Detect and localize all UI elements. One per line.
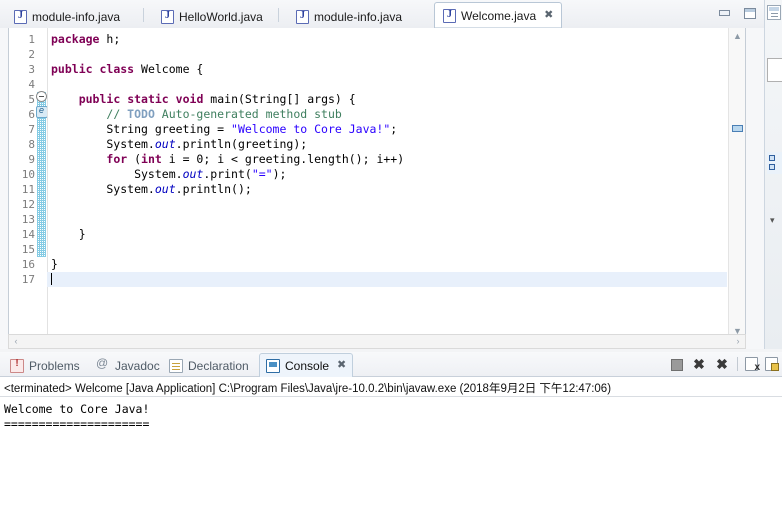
tab-problems[interactable]: Problems (4, 355, 86, 376)
bottom-tab-bar: Problems Javadoc Declaration Console ✖ ✖… (0, 352, 782, 377)
tab-separator (143, 8, 144, 22)
editor-gutter: 1 2 3 4 5 6 7 8 9 10 11 12 13 14 15 16 17 (9, 28, 48, 340)
editor-area: module-info.java HelloWorld.java module-… (0, 0, 764, 349)
line-number: 15 (21, 243, 35, 256)
code-line[interactable]: System.out.println(); (47, 182, 727, 197)
line-number: 14 (21, 228, 35, 241)
editor-tab-module-info-1[interactable]: module-info.java (6, 6, 128, 28)
package-explorer-icon[interactable] (767, 152, 782, 174)
minimized-views-strip: ▾ (764, 0, 782, 349)
editor-tab-label: Welcome.java (461, 8, 537, 23)
editor-tab-label: module-info.java (314, 10, 403, 24)
line-number: 5 (28, 93, 35, 106)
problems-icon (10, 358, 24, 373)
bottom-tab-label: Declaration (188, 358, 249, 373)
line-number: 9 (28, 153, 35, 166)
declaration-icon (169, 358, 183, 373)
line-number: 3 (28, 63, 35, 76)
chevron-down-icon[interactable]: ▾ (770, 215, 775, 226)
editor-tab-welcome[interactable]: Welcome.java ✖ (434, 2, 563, 28)
javadoc-icon (96, 356, 110, 373)
code-line[interactable] (47, 197, 727, 212)
code-line[interactable]: for (int i = 0; i < greeting.length(); i… (47, 152, 727, 167)
remove-all-terminated-button[interactable]: ✖ (714, 356, 730, 372)
code-line[interactable] (47, 47, 727, 62)
code-line[interactable]: } (47, 227, 727, 242)
code-line[interactable]: String greeting = "Welcome to Core Java!… (47, 122, 727, 137)
terminate-button[interactable] (668, 356, 684, 372)
console-toolbar: ✖ ✖ (668, 356, 779, 373)
restore-perspective-button[interactable] (767, 5, 781, 20)
scroll-left-icon[interactable]: ‹ (9, 335, 23, 348)
line-number: 8 (28, 138, 35, 151)
source-code-text[interactable]: package h; public class Welcome { public… (47, 32, 727, 287)
console-output-text[interactable]: Welcome to Core Java! ==================… (0, 398, 782, 521)
code-line[interactable] (47, 212, 727, 227)
code-line[interactable] (47, 272, 727, 287)
code-line[interactable]: // TODO Auto-generated method stub (47, 107, 727, 122)
line-number: 16 (21, 258, 35, 271)
folding-ruler[interactable] (37, 32, 46, 344)
minimize-editor-button[interactable] (717, 6, 733, 21)
bottom-tab-label: Javadoc (115, 358, 160, 373)
collapse-fold-icon[interactable] (36, 91, 47, 102)
maximize-editor-button[interactable] (742, 6, 758, 21)
eclipse-ide-window: module-info.java HelloWorld.java module-… (0, 0, 782, 521)
editor-tab-label: HelloWorld.java (179, 10, 263, 24)
line-number: 12 (21, 198, 35, 211)
scroll-lock-button[interactable] (765, 357, 779, 371)
line-number-ruler: 1 2 3 4 5 6 7 8 9 10 11 12 13 14 15 16 17 (9, 32, 35, 287)
line-number: 13 (21, 213, 35, 226)
tab-javadoc[interactable]: Javadoc (90, 355, 166, 376)
code-line[interactable]: System.out.print("="); (47, 167, 727, 182)
editor-vertical-scrollbar[interactable]: ▲ ▼ (728, 28, 745, 340)
code-line[interactable]: package h; (47, 32, 727, 47)
java-file-icon (296, 10, 309, 24)
java-file-icon (161, 10, 174, 24)
vertical-scroll-thumb[interactable] (732, 125, 743, 132)
console-icon (266, 358, 280, 373)
line-number: 7 (28, 123, 35, 136)
editor-tab-helloworld[interactable]: HelloWorld.java (153, 6, 271, 28)
editor-tab-bar: module-info.java HelloWorld.java module-… (0, 0, 764, 28)
code-line[interactable] (47, 242, 727, 257)
code-line[interactable]: System.out.println(greeting); (47, 137, 727, 152)
editor-tab-module-info-2[interactable]: module-info.java (288, 6, 410, 28)
code-line[interactable]: public class Welcome { (47, 62, 727, 77)
scroll-up-icon[interactable]: ▲ (729, 28, 746, 45)
editor-window-buttons (717, 6, 758, 21)
line-number: 17 (21, 273, 35, 286)
tab-separator (278, 8, 279, 22)
outline-view-icon[interactable] (767, 58, 782, 82)
line-number: 2 (28, 48, 35, 61)
line-number: 6 (28, 108, 35, 121)
clear-console-button[interactable] (745, 357, 760, 373)
toolbar-divider (737, 357, 738, 371)
scroll-right-icon[interactable]: › (731, 335, 745, 348)
code-line[interactable]: } (47, 257, 727, 272)
console-launch-header: <terminated> Welcome [Java Application] … (0, 377, 782, 397)
code-line[interactable] (47, 77, 727, 92)
line-number: 4 (28, 78, 35, 91)
line-number: 11 (21, 183, 35, 196)
close-icon[interactable]: ✖ (544, 10, 553, 21)
editor-tab-label: module-info.java (32, 10, 121, 24)
bottom-tab-label: Console (285, 358, 330, 373)
java-file-icon (14, 10, 27, 24)
java-file-icon (443, 8, 456, 23)
tab-declaration[interactable]: Declaration (163, 355, 255, 376)
line-number: 10 (21, 168, 35, 181)
bottom-tab-label: Problems (29, 358, 80, 373)
line-number: 1 (28, 33, 35, 46)
tab-console[interactable]: Console ✖ (259, 353, 354, 377)
bottom-views-panel: Problems Javadoc Declaration Console ✖ ✖… (0, 352, 782, 521)
editor-horizontal-scrollbar[interactable]: ‹ › (8, 334, 746, 349)
code-line[interactable]: public static void main(String[] args) { (47, 92, 727, 107)
code-editor-panel[interactable]: 1234567891011121314151617 package h; pub… (8, 28, 746, 341)
close-icon[interactable]: ✖ (337, 360, 346, 371)
remove-launch-button[interactable]: ✖ (691, 356, 707, 372)
